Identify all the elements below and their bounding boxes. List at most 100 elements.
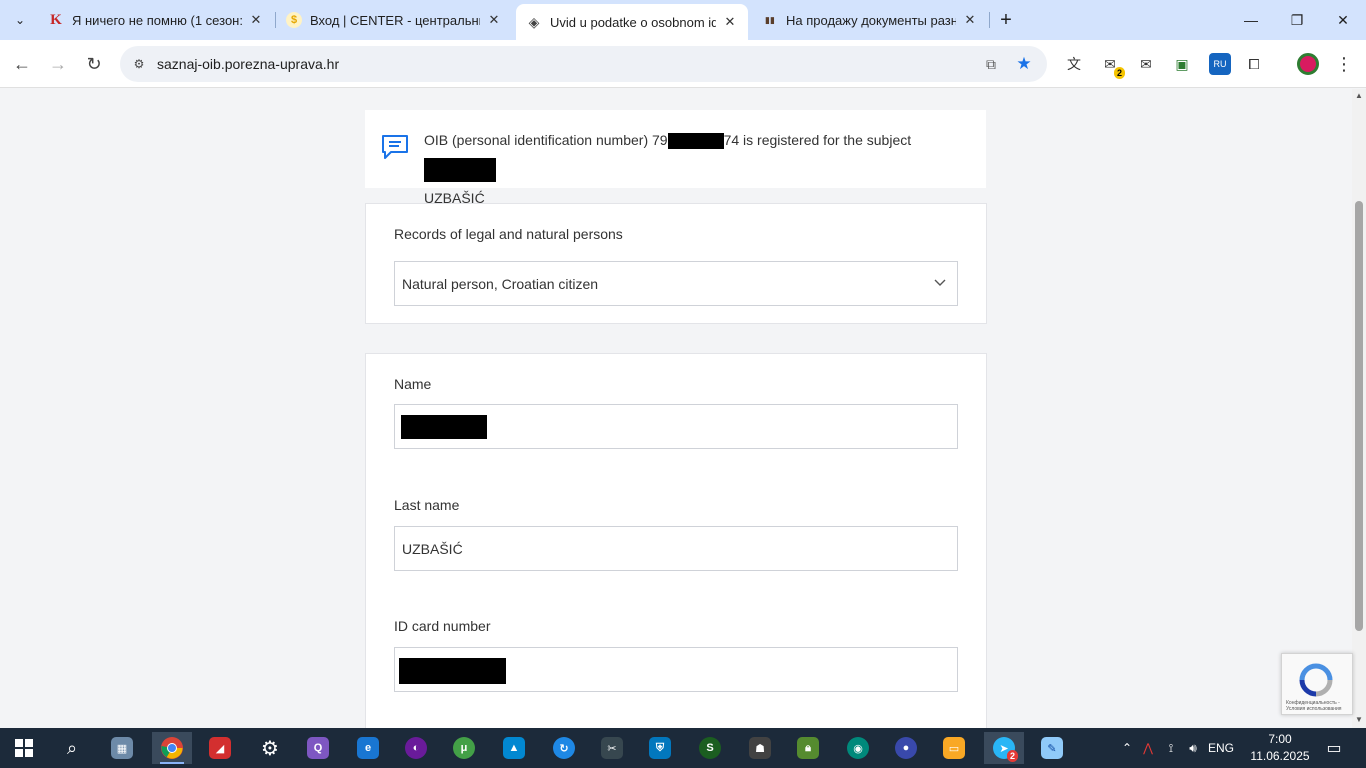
close-tab-icon[interactable]: ✕ [722,14,738,30]
profile-avatar[interactable] [1297,53,1319,75]
media-extension-icon[interactable]: ▣ [1171,53,1193,75]
clock[interactable]: 7:00 11.06.2025 [1250,731,1310,765]
antivirus-tray-icon[interactable]: ⋀ [1136,741,1160,755]
tab-1[interactable]: K Я ничего не помню (1 сезон: ✕ [38,4,274,36]
records-selected-value: Natural person, Croatian citizen [402,276,599,292]
scroll-up-arrow-icon[interactable]: ▲ [1355,91,1363,100]
dollar-icon: $ [286,12,302,28]
redaction-block [667,133,724,150]
message-suffix: 74 is registered for the subject [723,132,912,148]
tab-divider [989,12,990,28]
photos-icon[interactable]: ▲ [494,732,534,764]
scroll-thumb[interactable] [1355,201,1363,631]
browser-toolbar: ← → ↻ ⚙ saznaj-oib.porezna-uprava.hr ⧉ ★… [0,40,1366,88]
restore-icon[interactable]: ❐ [1274,0,1320,40]
menu-kebab-icon[interactable]: ⋮ [1333,53,1355,75]
mail-extension-icon[interactable]: ✉ 2 [1099,53,1125,79]
close-window-icon[interactable]: ✕ [1320,0,1366,40]
lastname-input[interactable]: UZBAŠIĆ [394,526,958,571]
wifi-icon[interactable]: ⟟ [1160,741,1182,756]
tab-3-active[interactable]: ◈ Uvid u podatke o osobnom ide ✕ [516,4,748,40]
records-select[interactable]: Natural person, Croatian citizen [394,261,958,306]
idcard-input[interactable] [394,647,958,692]
tab-4[interactable]: ▮▮ На продажу документы разны ✕ [752,4,988,36]
address-bar[interactable]: ⚙ saznaj-oib.porezna-uprava.hr ⧉ ★ [120,46,1047,82]
vpn-badge: RU [1213,59,1227,69]
sync-app-icon[interactable]: ↻ [544,732,584,764]
windows-taskbar: ⌕ ▦ ◢ ⚙ Q e ◐ μ ▲ ↻ ✂ ⛨ S ☗ 🔒︎ ◉ ● ▭ ➤ 2… [0,728,1366,768]
chevron-down-icon [934,279,946,286]
notepad-icon[interactable]: ✎ [1032,732,1072,764]
system-tray: ⌃ ⋀ ⟟ 🔊︎ ENG [1118,728,1238,768]
tab-title: Вход | CENTER - центральный [310,12,480,28]
clock-time: 7:00 [1268,732,1292,746]
shop-icon: ▮▮ [765,14,775,25]
internet-explorer-icon[interactable]: e [348,732,388,764]
minimize-icon[interactable]: — [1228,0,1274,40]
tab-strip: ⌄ K Я ничего не помню (1 сезон: ✕ $ Вход… [0,0,1366,40]
shield-icon[interactable]: ⛨ [640,732,680,764]
new-tab-button[interactable]: + [994,8,1018,32]
page-scrollbar[interactable]: ▲ ▼ [1352,89,1366,728]
task-view-app-icon[interactable]: ▦ [102,732,142,764]
file-explorer-icon[interactable]: ▭ [934,732,974,764]
scroll-down-arrow-icon[interactable]: ▼ [1355,715,1363,724]
utorrent-icon[interactable]: μ [444,732,484,764]
close-tab-icon[interactable]: ✕ [248,12,264,28]
language-indicator[interactable]: ENG [1204,741,1238,755]
url-text[interactable]: saznaj-oib.porezna-uprava.hr [157,56,339,72]
name-input[interactable] [394,404,958,449]
records-label: Records of legal and natural persons [394,226,623,242]
notifications-icon[interactable]: ▭ [1314,732,1354,764]
recaptcha-icon [1299,663,1333,697]
search-icon[interactable]: ⌕ [52,732,92,764]
reload-icon[interactable]: ↻ [80,50,108,78]
idcard-label: ID card number [394,618,491,634]
back-arrow-icon[interactable]: ← [8,50,36,78]
kinopoisk-icon: K [50,11,62,28]
chrome-taskbar-icon[interactable] [152,732,192,764]
tab-title: На продажу документы разны [786,12,956,28]
app-s-icon[interactable]: S [690,732,730,764]
recaptcha-badge[interactable]: Конфиденциальность - Условия использован… [1281,653,1353,715]
circle-app-icon[interactable]: ● [886,732,926,764]
media-app-icon[interactable]: ◐ [396,732,436,764]
site-info-icon[interactable]: ⚙ [130,55,148,73]
person-app-icon[interactable]: ☗ [740,732,780,764]
translate-page-icon[interactable]: ⧉ [981,54,1001,74]
info-message-text: OIB (personal identification number) 79 7… [424,126,984,213]
active-app-indicator [160,762,184,764]
message-icon [382,135,408,159]
windows-start-icon[interactable] [4,732,44,764]
clock-date: 11.06.2025 [1250,749,1310,763]
vpn-extension-icon[interactable]: RU [1209,53,1231,75]
close-tab-icon[interactable]: ✕ [486,12,502,28]
telegram-icon[interactable]: ➤ 2 [984,732,1024,764]
extensions-puzzle-icon[interactable]: ⧠ [1243,53,1265,75]
anydesk-icon[interactable]: ◢ [200,732,240,764]
volume-icon[interactable]: 🔊︎ [1182,741,1204,756]
info-message-card: OIB (personal identification number) 79 7… [365,110,986,206]
person-form-card: Name Last name UZBAŠIĆ ID card number [365,353,987,728]
envelope-icon[interactable]: ✉ [1135,53,1157,75]
globe-app-icon[interactable]: ◉ [838,732,878,764]
settings-gear-icon[interactable]: ⚙ [250,732,290,764]
tab-2[interactable]: $ Вход | CENTER - центральный ✕ [276,4,512,36]
tab-title: Uvid u podatke o osobnom ide [550,14,716,30]
records-card: Records of legal and natural persons Nat… [365,203,987,324]
redaction-block [424,158,496,183]
mail-badge: 2 [1113,67,1125,79]
recaptcha-privacy-text[interactable]: Конфиденциальность - Условия использован… [1286,700,1352,712]
snipping-tool-icon[interactable]: ✂ [592,732,632,764]
bookmark-star-icon[interactable]: ★ [1014,54,1034,74]
tab-search-chevron-icon[interactable]: ⌄ [6,6,34,34]
translate-extension-icon[interactable]: 文 [1063,53,1085,75]
page-content: OIB (personal identification number) 79 7… [0,89,1352,728]
redaction-block [401,415,487,439]
name-label: Name [394,376,432,392]
lock-app-icon[interactable]: 🔒︎ [788,732,828,764]
app-q-icon[interactable]: Q [298,732,338,764]
close-tab-icon[interactable]: ✕ [962,12,978,28]
show-hidden-icons-chevron-icon[interactable]: ⌃ [1118,741,1136,755]
forward-arrow-icon[interactable]: → [44,50,72,78]
